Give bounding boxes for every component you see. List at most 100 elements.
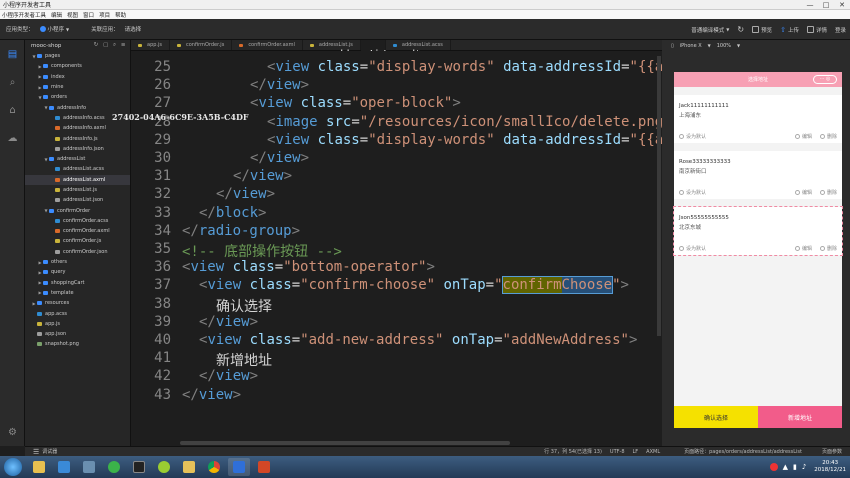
tree-item[interactable]: addressInfo.js xyxy=(25,133,130,143)
horizontal-scrollbar[interactable] xyxy=(180,441,510,445)
tree-item[interactable]: ▶ resources xyxy=(25,298,130,308)
debug-icon[interactable]: ⌂ xyxy=(0,96,25,124)
edit-label[interactable]: 编辑 xyxy=(802,133,812,140)
code-line[interactable]: </view> xyxy=(250,150,309,166)
capsule-menu-icon[interactable]: ··· ◎ xyxy=(813,75,837,84)
file-explorer-icon[interactable]: ▤ xyxy=(0,40,25,68)
code-line[interactable]: </view> xyxy=(199,368,258,384)
delete-icon[interactable] xyxy=(819,246,825,251)
tree-item[interactable]: addressInfo.axml xyxy=(25,123,130,133)
linked-app-select[interactable]: 请选择 xyxy=(125,25,142,33)
tree-item[interactable]: snapshot.png xyxy=(25,339,130,349)
edit-icon[interactable] xyxy=(794,190,800,195)
tree-item[interactable]: app.acss xyxy=(25,308,130,318)
tree-item[interactable]: ▶ others xyxy=(25,257,130,267)
tray-app-icon[interactable] xyxy=(769,463,778,471)
tree-item[interactable]: addressList.acss xyxy=(25,164,130,174)
device-select[interactable]: iPhone X xyxy=(680,43,702,49)
menu-window[interactable]: 窗口 xyxy=(83,11,94,19)
tree-item[interactable]: confirmOrder.acss xyxy=(25,216,130,226)
address-item[interactable]: Jack11111111111 上海浦东 设为默认 编辑 删除 xyxy=(674,95,842,143)
code-editor[interactable]: 25 <view class="display-words" data-addre… xyxy=(131,51,662,446)
details-button[interactable]: 详情 xyxy=(806,26,827,34)
tree-item[interactable]: ▶ template xyxy=(25,288,130,298)
code-line[interactable]: <!-- 底部操作按钮 --> xyxy=(182,241,342,261)
tree-item[interactable]: ▶ components xyxy=(25,61,130,71)
code-line[interactable]: <view class="bottom-operator"> xyxy=(182,259,435,275)
debugger-icon[interactable]: ☰ xyxy=(25,448,39,456)
tree-item[interactable]: app.js xyxy=(25,319,130,329)
wechat-taskbar-icon[interactable] xyxy=(103,458,125,476)
language-mode[interactable]: AXML xyxy=(646,449,660,455)
edit-icon[interactable] xyxy=(794,134,800,139)
code-line[interactable]: </view> xyxy=(233,168,292,184)
code-line[interactable]: 确认选择 xyxy=(216,296,272,316)
page-params[interactable]: 页面参数 xyxy=(822,448,842,455)
tree-item[interactable]: ▼ orders xyxy=(25,92,130,102)
settings-gear-icon[interactable]: ⚙ xyxy=(0,418,25,446)
code-line[interactable]: <view class="oper-block"> xyxy=(250,95,461,111)
upload-button[interactable]: ⇧ 上传 xyxy=(780,26,799,34)
delete-label[interactable]: 删除 xyxy=(827,245,837,252)
tree-item[interactable]: ▶ query xyxy=(25,267,130,277)
code-line[interactable]: <view class="add-new-address" onTap="add… xyxy=(199,332,637,348)
delete-label[interactable]: 删除 xyxy=(827,189,837,196)
app-type-select[interactable]: 小程序 ▼ xyxy=(39,25,69,33)
tree-item[interactable]: ▼ pages xyxy=(25,51,130,61)
refresh-icon[interactable]: ↻ xyxy=(737,25,744,34)
chrome-taskbar-icon[interactable] xyxy=(203,458,225,476)
compile-mode-select[interactable]: 普通编译模式 ▼ xyxy=(691,26,729,34)
set-default-label[interactable]: 设为默认 xyxy=(686,189,706,196)
clock[interactable]: 20:43 2018/12/21 xyxy=(814,460,846,474)
close-button[interactable]: ✕ xyxy=(834,0,850,10)
tree-item[interactable]: ▼ addressList xyxy=(25,154,130,164)
maximize-button[interactable]: □ xyxy=(818,0,834,10)
code-line[interactable]: <image src="/resources/icon/smallIco/del… xyxy=(267,114,662,130)
line-ending[interactable]: LF xyxy=(633,449,639,455)
tree-item[interactable]: confirmOrder.js xyxy=(25,236,130,246)
menu-app[interactable]: 小程序开发者工具 xyxy=(2,11,46,19)
delete-icon[interactable] xyxy=(819,190,825,195)
powerpoint-taskbar-icon[interactable] xyxy=(253,458,275,476)
tree-item[interactable]: ▶ shoppingCart xyxy=(25,278,130,288)
radio-icon[interactable] xyxy=(679,134,684,139)
editor-tab[interactable]: confirmOrder.axml xyxy=(232,40,303,50)
explorer-taskbar-icon[interactable] xyxy=(28,458,50,476)
edit-label[interactable]: 编辑 xyxy=(802,189,812,196)
radio-icon[interactable] xyxy=(679,190,684,195)
search-icon[interactable]: ⌕ xyxy=(0,68,25,96)
vertical-scrollbar[interactable] xyxy=(657,56,661,336)
add-new-address-button[interactable]: 新增地址 xyxy=(758,406,842,428)
network-taskbar-icon[interactable] xyxy=(78,458,100,476)
file-encoding[interactable]: UTF-8 xyxy=(610,449,625,455)
set-default-label[interactable]: 设为默认 xyxy=(686,133,706,140)
code-line[interactable]: </view> xyxy=(182,387,241,403)
explorer-actions-icon[interactable]: ↻ ▢ ⌕ ≡ xyxy=(94,42,127,49)
code-line[interactable]: 新增地址 xyxy=(216,350,272,370)
tree-item[interactable]: addressList.js xyxy=(25,185,130,195)
code-line[interactable]: </view> xyxy=(250,77,309,93)
cloud-icon[interactable]: ☁ xyxy=(0,124,25,152)
code-line[interactable]: <view class="display-words" data-address… xyxy=(267,132,662,148)
code-line[interactable]: </radio-group> xyxy=(182,223,300,239)
zoom-select[interactable]: 100% xyxy=(717,43,731,49)
code-line[interactable]: </block> xyxy=(199,205,266,221)
delete-icon[interactable] xyxy=(819,134,825,139)
tree-item[interactable]: addressList.json xyxy=(25,195,130,205)
editor-tab[interactable]: addressList.acss xyxy=(386,40,451,50)
delete-label[interactable]: 删除 xyxy=(827,133,837,140)
network-icon[interactable]: ▮ xyxy=(793,463,797,471)
tree-item[interactable]: ▼ confirmOrder xyxy=(25,205,130,215)
menu-project[interactable]: 项目 xyxy=(99,11,110,19)
menu-edit[interactable]: 编辑 xyxy=(51,11,62,19)
media-taskbar-icon[interactable] xyxy=(53,458,75,476)
tree-item[interactable]: addressInfo.json xyxy=(25,144,130,154)
tree-item[interactable]: confirmOrder.axml xyxy=(25,226,130,236)
start-button[interactable] xyxy=(4,458,22,476)
media-player-taskbar-icon[interactable] xyxy=(153,458,175,476)
edit-icon[interactable] xyxy=(794,246,800,251)
minimize-button[interactable]: — xyxy=(802,0,818,10)
preview-button[interactable]: 预览 xyxy=(752,26,772,34)
tree-item[interactable]: app.json xyxy=(25,329,130,339)
debugger-toggle[interactable]: 调试器 xyxy=(42,448,57,455)
